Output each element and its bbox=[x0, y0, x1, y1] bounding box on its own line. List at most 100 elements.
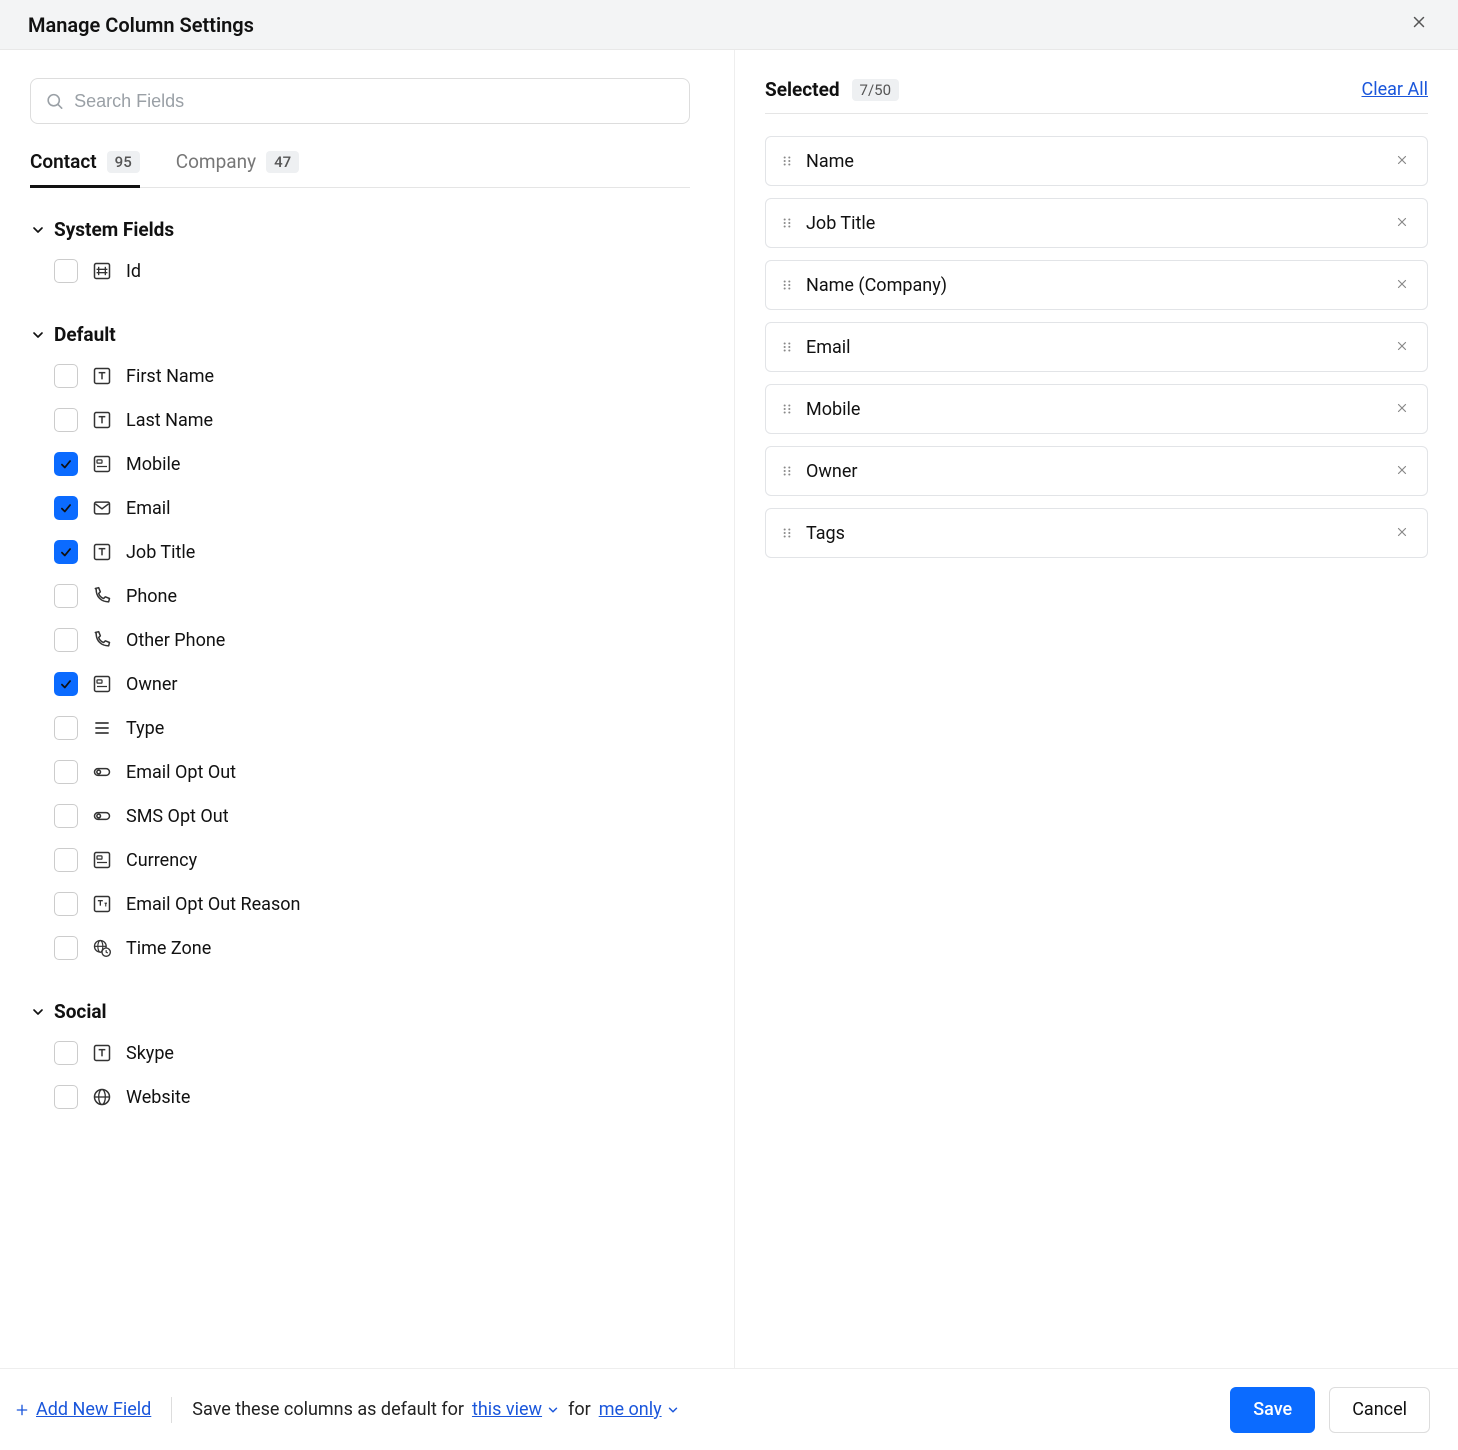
selected-item[interactable]: Job Title bbox=[765, 198, 1428, 248]
card-icon bbox=[92, 454, 112, 474]
view-scope-select[interactable]: this view bbox=[472, 1399, 560, 1420]
field-label: Type bbox=[126, 718, 164, 739]
drag-handle-icon[interactable] bbox=[780, 278, 794, 292]
selected-item[interactable]: Owner bbox=[765, 446, 1428, 496]
drag-handle-icon[interactable] bbox=[780, 216, 794, 230]
field-id[interactable]: Id bbox=[30, 249, 690, 293]
text-icon bbox=[92, 410, 112, 430]
field-label: Email bbox=[126, 498, 171, 519]
field-last-name[interactable]: Last Name bbox=[30, 398, 690, 442]
field-label: Owner bbox=[126, 674, 178, 695]
save-button[interactable]: Save bbox=[1230, 1387, 1315, 1433]
selected-item-label: Owner bbox=[806, 461, 1379, 482]
selected-item[interactable]: Mobile bbox=[765, 384, 1428, 434]
remove-icon[interactable] bbox=[1391, 395, 1413, 424]
field-label: Email Opt Out Reason bbox=[126, 894, 300, 915]
globe-icon bbox=[92, 1087, 112, 1107]
field-phone[interactable]: Phone bbox=[30, 574, 690, 618]
search-input[interactable] bbox=[74, 91, 675, 112]
drag-handle-icon[interactable] bbox=[780, 154, 794, 168]
checkbox[interactable] bbox=[54, 1041, 78, 1065]
selected-item[interactable]: Tags bbox=[765, 508, 1428, 558]
checkbox[interactable] bbox=[54, 259, 78, 283]
selected-item[interactable]: Name (Company) bbox=[765, 260, 1428, 310]
field-label: Last Name bbox=[126, 410, 213, 431]
text-icon bbox=[92, 542, 112, 562]
search-field-wrap[interactable] bbox=[30, 78, 690, 124]
close-icon[interactable] bbox=[1404, 6, 1434, 43]
clear-all-link[interactable]: Clear All bbox=[1362, 79, 1429, 100]
remove-icon[interactable] bbox=[1391, 271, 1413, 300]
field-label: Mobile bbox=[126, 454, 180, 475]
checkbox[interactable] bbox=[54, 804, 78, 828]
hash-icon bbox=[92, 261, 112, 281]
field-label: Email Opt Out bbox=[126, 762, 236, 783]
selected-item-label: Job Title bbox=[806, 213, 1379, 234]
dialog-header: Manage Column Settings bbox=[0, 0, 1458, 50]
group-toggle-social[interactable]: Social bbox=[30, 1000, 690, 1023]
remove-icon[interactable] bbox=[1391, 209, 1413, 238]
checkbox[interactable] bbox=[54, 452, 78, 476]
field-email-optout-reason[interactable]: Email Opt Out Reason bbox=[30, 882, 690, 926]
field-sms-optout[interactable]: SMS Opt Out bbox=[30, 794, 690, 838]
phone-icon bbox=[92, 630, 112, 650]
field-email[interactable]: Email bbox=[30, 486, 690, 530]
checkbox[interactable] bbox=[54, 716, 78, 740]
remove-icon[interactable] bbox=[1391, 333, 1413, 362]
field-label: Job Title bbox=[126, 542, 195, 563]
checkbox[interactable] bbox=[54, 408, 78, 432]
remove-icon[interactable] bbox=[1391, 147, 1413, 176]
field-skype[interactable]: Skype bbox=[30, 1031, 690, 1075]
checkbox[interactable] bbox=[54, 1085, 78, 1109]
field-website[interactable]: Website bbox=[30, 1075, 690, 1119]
checkbox[interactable] bbox=[54, 628, 78, 652]
field-owner[interactable]: Owner bbox=[30, 662, 690, 706]
add-new-field-link[interactable]: Add New Field bbox=[14, 1399, 151, 1420]
globe-clock-icon bbox=[92, 938, 112, 958]
drag-handle-icon[interactable] bbox=[780, 526, 794, 540]
field-first-name[interactable]: First Name bbox=[30, 354, 690, 398]
field-email-optout[interactable]: Email Opt Out bbox=[30, 750, 690, 794]
cancel-button[interactable]: Cancel bbox=[1329, 1387, 1430, 1433]
chevron-down-icon bbox=[666, 1403, 680, 1417]
selected-item[interactable]: Name bbox=[765, 136, 1428, 186]
field-job-title[interactable]: Job Title bbox=[30, 530, 690, 574]
group-title: Social bbox=[54, 1000, 107, 1023]
remove-icon[interactable] bbox=[1391, 519, 1413, 548]
field-time-zone[interactable]: Time Zone bbox=[30, 926, 690, 970]
drag-handle-icon[interactable] bbox=[780, 340, 794, 354]
group-toggle-system[interactable]: System Fields bbox=[30, 218, 690, 241]
drag-handle-icon[interactable] bbox=[780, 402, 794, 416]
field-type[interactable]: Type bbox=[30, 706, 690, 750]
checkbox[interactable] bbox=[54, 364, 78, 388]
toggle-icon bbox=[92, 806, 112, 826]
field-currency[interactable]: Currency bbox=[30, 838, 690, 882]
mail-icon bbox=[92, 498, 112, 518]
field-mobile[interactable]: Mobile bbox=[30, 442, 690, 486]
group-social: Social Skype Website bbox=[30, 1000, 690, 1119]
checkbox[interactable] bbox=[54, 540, 78, 564]
checkbox[interactable] bbox=[54, 848, 78, 872]
plus-icon bbox=[14, 1402, 30, 1418]
remove-icon[interactable] bbox=[1391, 457, 1413, 486]
checkbox[interactable] bbox=[54, 584, 78, 608]
checkbox[interactable] bbox=[54, 496, 78, 520]
field-other-phone[interactable]: Other Phone bbox=[30, 618, 690, 662]
checkbox[interactable] bbox=[54, 892, 78, 916]
field-label: SMS Opt Out bbox=[126, 806, 229, 827]
user-scope-select[interactable]: me only bbox=[599, 1399, 680, 1420]
dialog-footer: Add New Field Save these columns as defa… bbox=[0, 1368, 1458, 1450]
textarea-icon bbox=[92, 894, 112, 914]
checkbox[interactable] bbox=[54, 672, 78, 696]
tab-contact[interactable]: Contact 95 bbox=[30, 150, 140, 187]
drag-handle-icon[interactable] bbox=[780, 464, 794, 478]
field-label: First Name bbox=[126, 366, 214, 387]
selected-item[interactable]: Email bbox=[765, 322, 1428, 372]
group-toggle-default[interactable]: Default bbox=[30, 323, 690, 346]
text-icon bbox=[92, 366, 112, 386]
checkbox[interactable] bbox=[54, 936, 78, 960]
tab-company[interactable]: Company 47 bbox=[176, 150, 299, 187]
chevron-down-icon bbox=[546, 1403, 560, 1417]
field-label: Id bbox=[126, 261, 141, 282]
checkbox[interactable] bbox=[54, 760, 78, 784]
